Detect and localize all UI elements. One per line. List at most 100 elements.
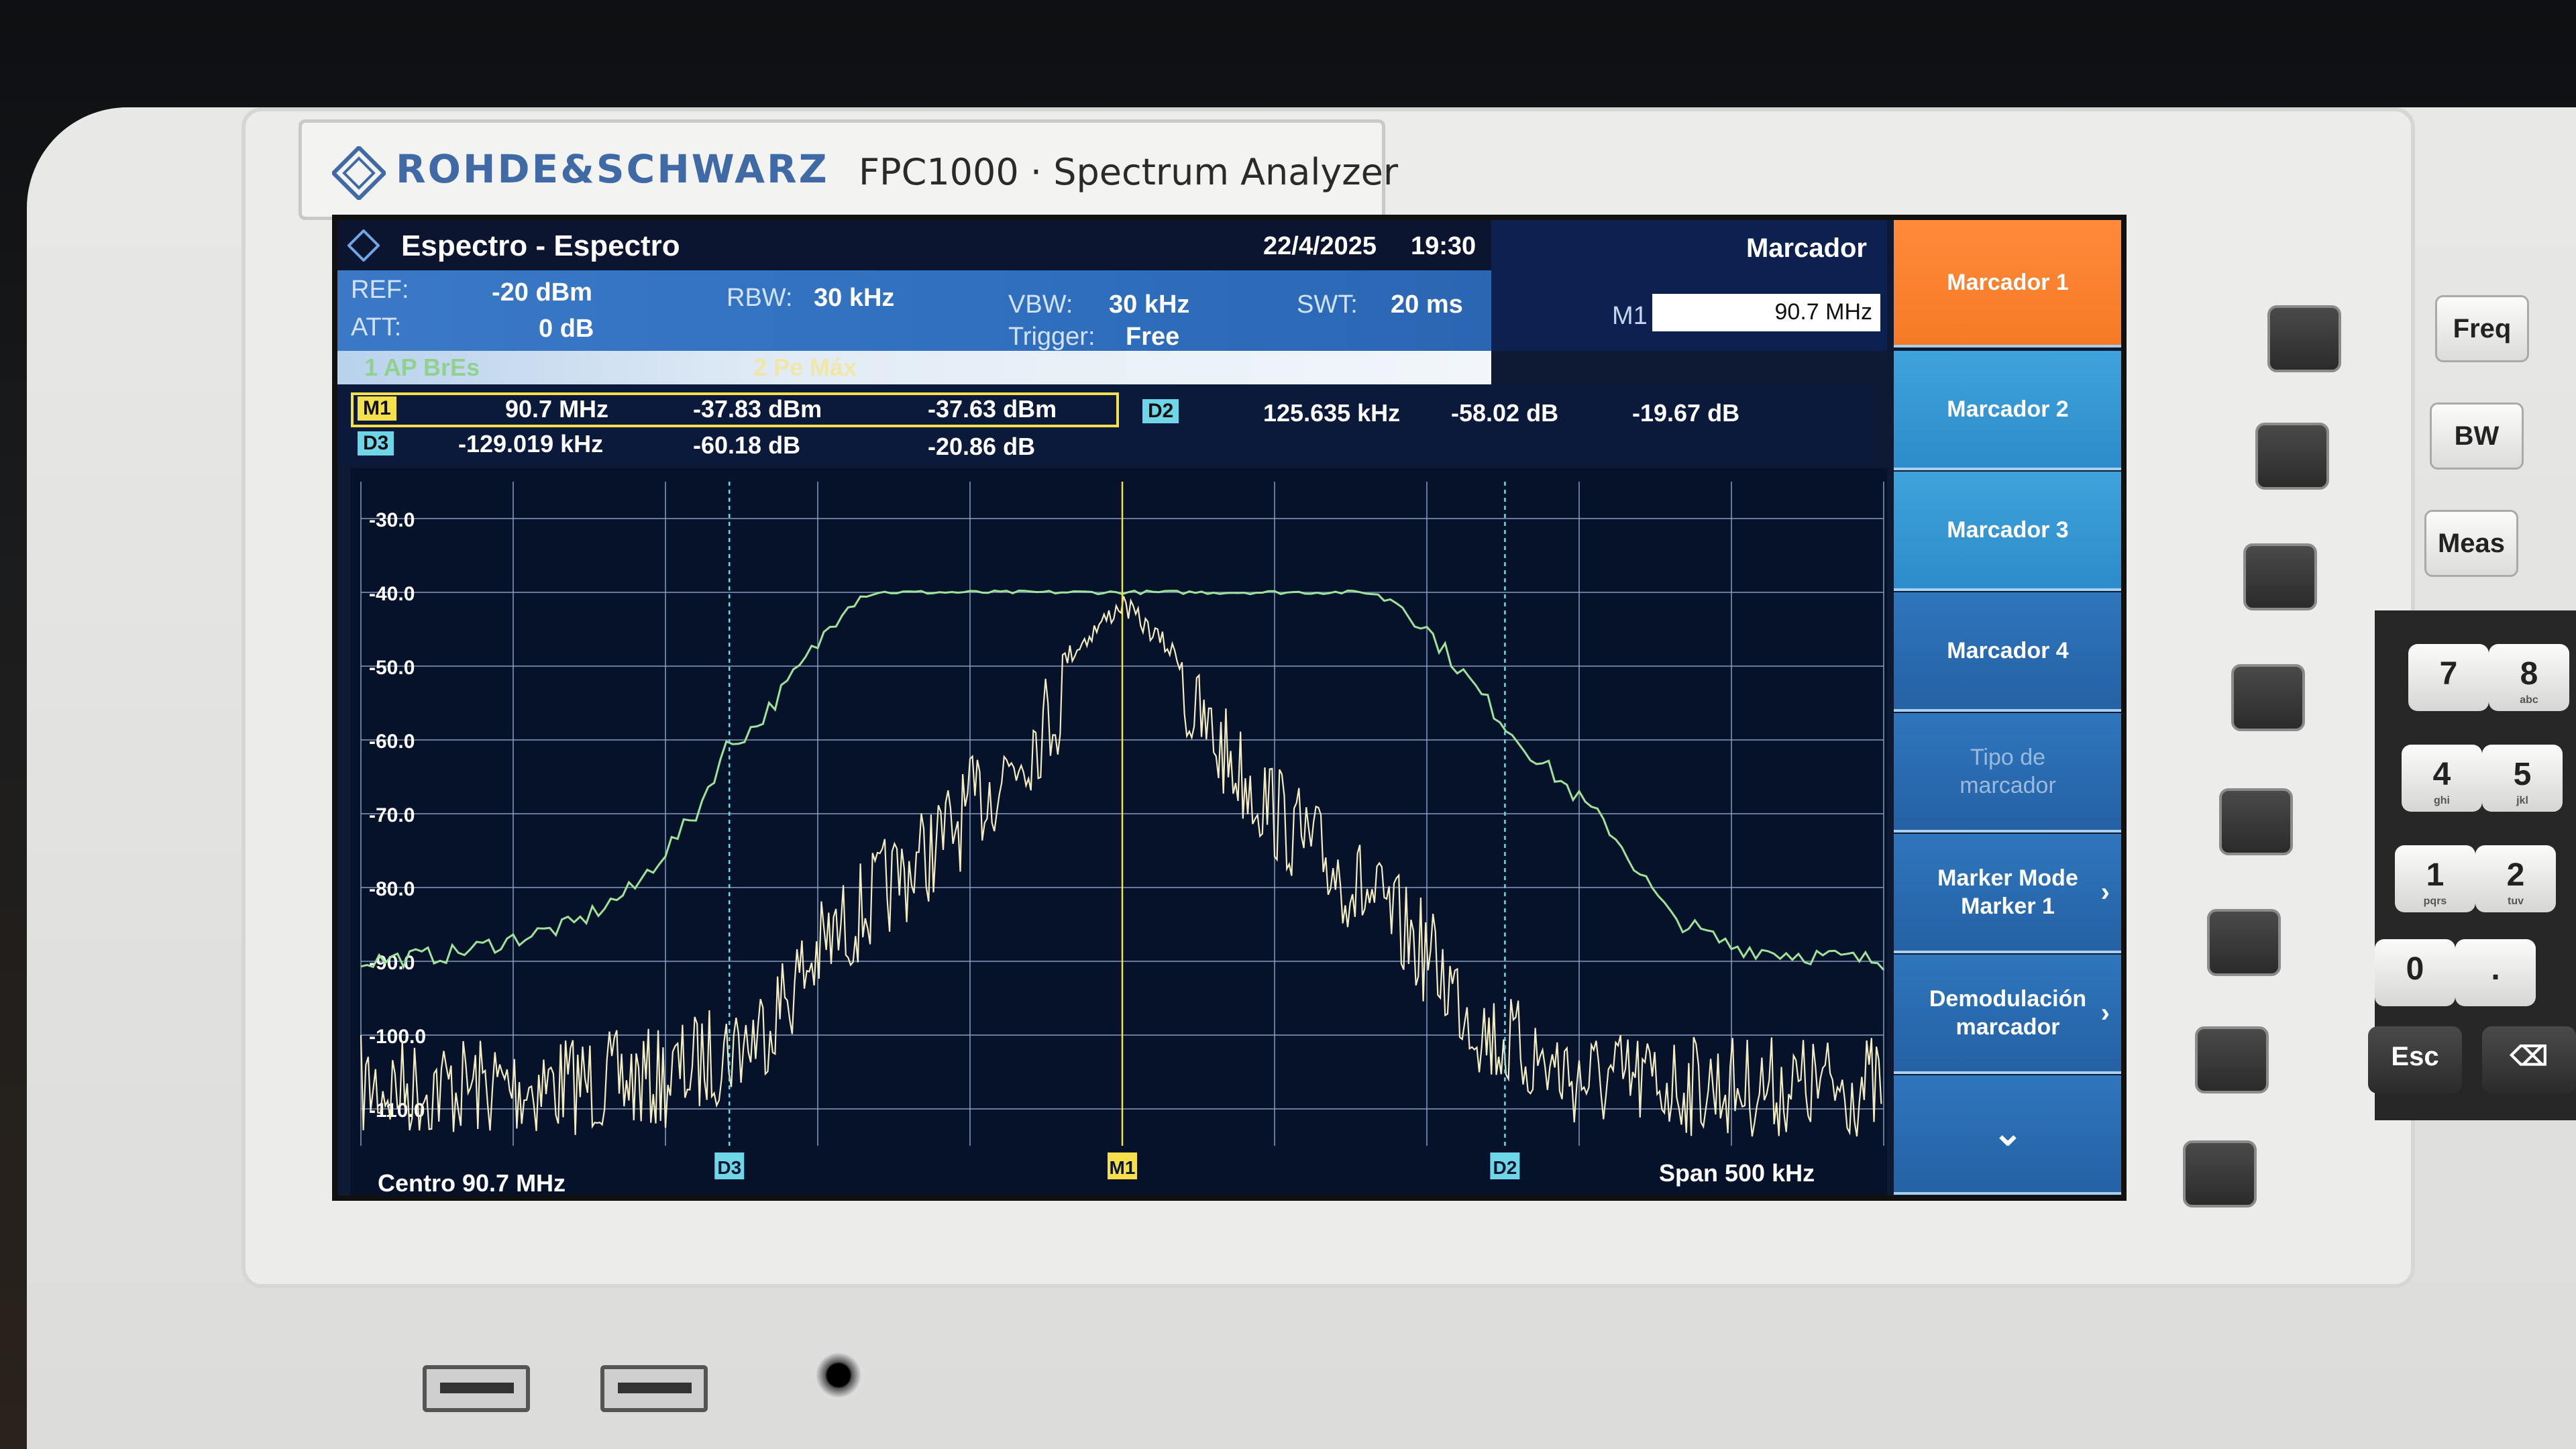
ref-value: -20 dBm (492, 278, 592, 307)
numeric-key-sub: ghi (2434, 795, 2450, 806)
model-name: FPC1000 · Spectrum Analyzer (859, 151, 1399, 193)
marker-d2-tag: D2 (1142, 399, 1179, 423)
marker-d3-tag: D3 (358, 431, 394, 455)
numeric-key[interactable]: 2 tuv (2475, 845, 2556, 912)
softkey-hardkey-3[interactable] (2243, 543, 2317, 610)
numeric-key-label: 8 (2520, 656, 2538, 692)
softkey-8[interactable]: ⌄ (1894, 1075, 2121, 1195)
time: 19:30 (1411, 232, 1477, 260)
numeric-key[interactable]: 0 (2375, 939, 2455, 1006)
params-bar[interactable]: REF: -20 dBm ATT: 0 dB RBW: 30 kHz VBW: … (337, 270, 1491, 351)
backspace-key[interactable]: ⌫ (2482, 1026, 2576, 1093)
center-frequency-label: Centro 90.7 MHz (378, 1169, 566, 1197)
numeric-key-label: 0 (2406, 951, 2424, 987)
softkey-hardkey-8[interactable] (2183, 1140, 2257, 1208)
esc-key[interactable]: Esc (2368, 1026, 2462, 1093)
numeric-key-sub: pqrs (2423, 896, 2447, 907)
swt-value: 20 ms (1391, 290, 1463, 319)
spectrum-chart[interactable]: -30.0-40.0-50.0-60.0-70.0-80.0-90.0-100.… (351, 468, 1887, 1201)
freq-key[interactable]: Freq (2435, 295, 2529, 362)
span-label: Span 500 kHz (1659, 1159, 1815, 1187)
rs-logo-icon (332, 146, 386, 200)
sidebar-title: Marcador (1746, 233, 1867, 263)
trace-tabs[interactable]: 1 AP BrEs 2 Pe Máx (337, 351, 1491, 384)
softkey-5[interactable]: Tipo de marcador (1894, 713, 2121, 833)
trace-2-max-hold (360, 596, 1882, 1137)
title-bar: Espectro - Espectro 22/4/2025 19:30 (337, 220, 1491, 270)
date: 22/4/2025 (1263, 232, 1377, 260)
numeric-key[interactable]: 8 abc (2489, 644, 2569, 711)
y-tick-label: -60.0 (369, 731, 415, 753)
softkey-1[interactable]: Marcador 1 (1894, 220, 2121, 347)
bw-key[interactable]: BW (2430, 402, 2524, 470)
chevron-down-icon: ⌄ (1992, 1113, 2023, 1154)
vbw-value: 30 kHz (1109, 290, 1190, 319)
softkey-hardkey-5[interactable] (2219, 788, 2293, 855)
numeric-key-label: 1 (2426, 857, 2445, 893)
screen-title: Espectro - Espectro (401, 229, 680, 262)
chevron-right-icon: › (2100, 998, 2110, 1028)
y-tick-label: -40.0 (369, 583, 415, 605)
rbw-label: RBW: (727, 284, 793, 312)
m1-field-label: M1 (1612, 302, 1648, 330)
softkey-2[interactable]: Marcador 2 (1894, 351, 2121, 470)
numeric-key[interactable]: 5 jkl (2482, 745, 2563, 812)
ref-label: REF: (351, 276, 409, 304)
numeric-key-sub: jkl (2516, 795, 2528, 806)
softkey-label: Marker Mode Marker 1 (1937, 865, 2078, 920)
marker-flag-label: D3 (717, 1157, 741, 1178)
spectrum-plot[interactable]: -30.0 -40.0 -50.0 -60.0 -70.0 -80.0 -90.0 -100.… (351, 468, 1887, 1201)
meas-key[interactable]: Meas (2424, 510, 2518, 577)
numeric-key-label: 2 (2506, 857, 2525, 893)
softkey-label: Demodulación marcador (1929, 985, 2087, 1040)
marker-d3-y: -60.18 dB (693, 431, 801, 459)
marker-d2-extra: -19.67 dB (1632, 399, 1740, 427)
marker-m1-x: 90.7 MHz (505, 395, 609, 423)
marker-m1-y: -37.83 dBm (693, 395, 822, 423)
marker-flag-label: M1 (1110, 1157, 1136, 1178)
marker-d3-extra: -20.86 dB (928, 433, 1036, 460)
numeric-key-label: . (2491, 951, 2500, 987)
usb-port (600, 1365, 708, 1412)
brand-name: ROHDE&SCHWARZ (396, 146, 829, 192)
softkey-label: Marcador 1 (1947, 269, 2069, 295)
marker-table: M1 90.7 MHz -37.83 dBm -37.63 dBm D2 125… (337, 384, 1874, 465)
m1-frequency-input[interactable]: 90.7 MHz (1652, 294, 1880, 331)
swt-label: SWT: (1297, 290, 1358, 319)
y-tick-label: -50.0 (369, 657, 415, 679)
softkey-label: Marcador 4 (1947, 637, 2069, 663)
vbw-label: VBW: (1008, 290, 1073, 319)
brand-plate: ROHDE&SCHWARZ FPC1000 · Spectrum Analyze… (299, 119, 1398, 220)
marker-m1-tag: M1 (358, 396, 396, 421)
numeric-key[interactable]: 4 ghi (2402, 745, 2482, 812)
softkey-6[interactable]: Marker Mode Marker 1 › (1894, 834, 2121, 953)
softkey-hardkey-7[interactable] (2195, 1026, 2269, 1093)
softkey-4[interactable]: Marcador 4 (1894, 592, 2121, 712)
softkey-7[interactable]: Demodulación marcador › (1894, 955, 2121, 1074)
trace-tab-2[interactable]: 2 Pe Máx (753, 354, 857, 382)
numeric-key[interactable]: . (2455, 939, 2536, 1006)
y-tick-label: -30.0 (369, 509, 415, 531)
softkey-hardkey-6[interactable] (2207, 909, 2281, 976)
numeric-key-sub: tuv (2508, 896, 2524, 907)
rbw-value: 30 kHz (814, 284, 895, 312)
y-tick-label: -70.0 (369, 804, 415, 826)
numeric-key-label: 5 (2513, 757, 2532, 792)
softkey-3[interactable]: Marcador 3 (1894, 472, 2121, 591)
usb-port (423, 1365, 530, 1412)
numeric-key[interactable]: 1 pqrs (2395, 845, 2475, 912)
trigger-value: Free (1126, 323, 1180, 351)
softkey-hardkey-4[interactable] (2231, 664, 2305, 731)
softkey-hardkey-2[interactable] (2255, 423, 2329, 490)
numeric-key-label: 7 (2439, 656, 2458, 692)
softkey-hardkey-1[interactable] (2267, 305, 2341, 372)
numeric-key[interactable]: 7 (2408, 644, 2489, 711)
softkey-label: Tipo de marcador (1960, 744, 2056, 799)
chevron-right-icon: › (2100, 877, 2110, 907)
sidebar-header: Marcador M1 90.7 MHz (1491, 220, 1887, 351)
marker-d2-y: -58.02 dB (1451, 399, 1559, 427)
softkey-label: Marcador 2 (1947, 396, 2069, 422)
numeric-key-label: 4 (2432, 757, 2451, 792)
y-tick-label: -80.0 (369, 878, 415, 900)
trace-tab-1[interactable]: 1 AP BrEs (364, 354, 480, 382)
